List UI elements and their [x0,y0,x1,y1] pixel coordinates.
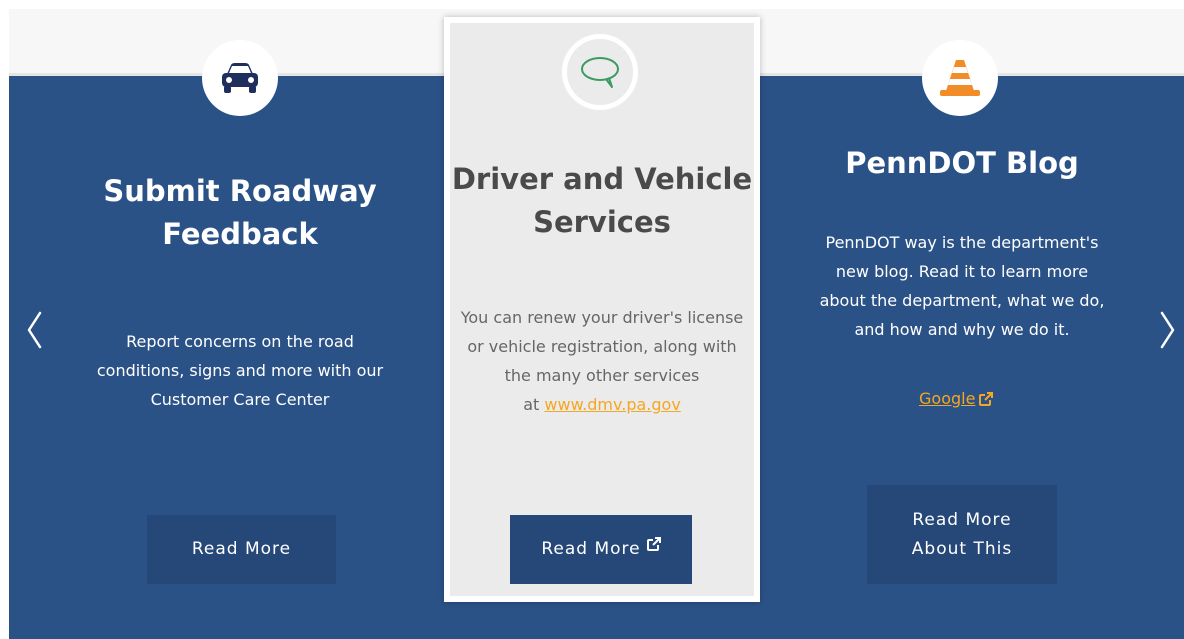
read-more-about-this-button[interactable]: Read More About This [867,485,1057,584]
dmv-link[interactable]: www.dmv.pa.gov [544,395,680,414]
card-icon-circle [922,40,998,116]
read-more-button[interactable]: Read More [147,515,336,584]
speech-bubble-icon [581,57,619,88]
card-description: You can renew your driver's license or v… [460,308,744,414]
external-link-icon [979,391,994,406]
card-description: PennDOT way is the department's new blog… [819,233,1105,339]
card-title: PennDOT Blog [845,146,1079,180]
car-icon [222,63,258,93]
read-more-external-button[interactable]: Read More [510,515,692,584]
card-icon-circle [562,34,638,110]
card-title: Driver and Vehicle Services [451,162,753,239]
chevron-right-icon[interactable] [1158,310,1178,350]
google-link[interactable]: Google [919,389,994,408]
card-title: Submit Roadway Feedback [103,174,377,251]
card-icon-circle [202,40,278,116]
external-link-icon [646,536,661,551]
chevron-left-icon[interactable] [24,310,44,350]
card-description: Report concerns on the road conditions, … [96,332,384,409]
traffic-cone-icon [940,60,980,96]
